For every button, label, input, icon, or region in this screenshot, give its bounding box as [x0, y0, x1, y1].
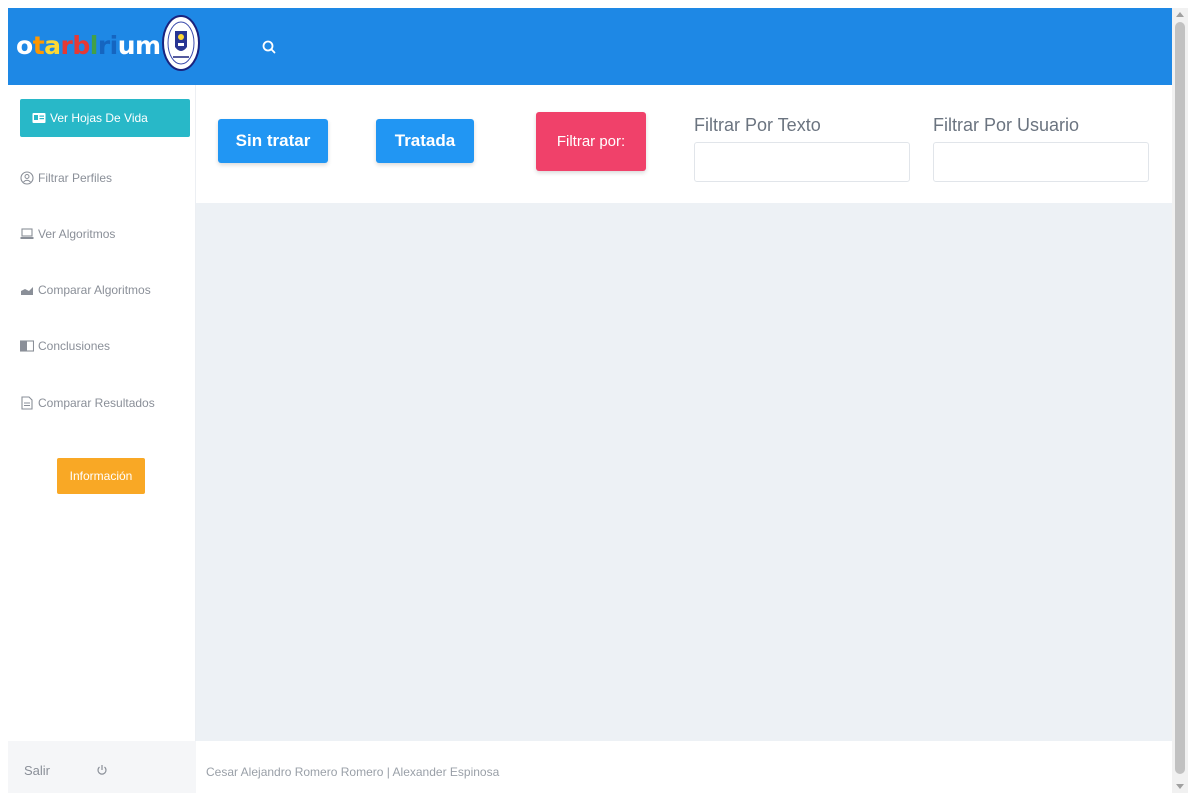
sidebar-item-label: Ver Hojas De Vida: [50, 111, 148, 125]
sidebar-item-filtrar-perfiles[interactable]: Filtrar Perfiles: [20, 159, 112, 197]
filtrar-por-button[interactable]: Filtrar por:: [536, 112, 646, 171]
sidebar-footer: Salir: [8, 741, 196, 793]
logo-part: t: [32, 30, 45, 60]
sidebar: Ver Hojas De Vida Filtrar Perfiles Ver A…: [8, 85, 196, 741]
page-footer: Cesar Alejandro Romero Romero | Alexande…: [196, 741, 1172, 793]
logo-part: um: [117, 30, 161, 60]
columns-icon: [20, 339, 34, 353]
scroll-down-arrow-icon[interactable]: [1176, 784, 1184, 789]
sidebar-item-label: Filtrar Perfiles: [38, 171, 113, 185]
logo-part: o: [16, 30, 33, 60]
university-seal-icon: [162, 15, 200, 71]
filter-text-label: Filtrar Por Texto: [694, 115, 821, 135]
filter-user-input[interactable]: [933, 142, 1149, 182]
main-content-area: [196, 203, 1172, 741]
logout-link[interactable]: Salir: [24, 763, 50, 778]
sidebar-item-ver-algoritmos[interactable]: Ver Algoritmos: [20, 215, 115, 253]
sidebar-item-label: Comparar Resultados: [38, 396, 155, 410]
tratada-button[interactable]: Tratada: [376, 119, 474, 163]
user-circle-icon: [20, 171, 34, 185]
informacion-button[interactable]: Información: [57, 458, 145, 494]
power-icon[interactable]: [96, 764, 108, 776]
chart-icon: [20, 283, 34, 297]
app-logo[interactable]: o t a rb l ri um: [16, 22, 161, 68]
sidebar-item-label: Comparar Algoritmos: [38, 283, 151, 297]
document-icon: [20, 396, 34, 410]
search-icon[interactable]: [258, 37, 280, 59]
page-scrollbar[interactable]: [1172, 8, 1188, 793]
filter-bar: Sin tratar Tratada Filtrar por: Filtrar …: [196, 85, 1172, 203]
laptop-icon: [20, 227, 34, 241]
filter-text-input[interactable]: [694, 142, 910, 182]
filter-user-label: Filtrar Por Usuario: [933, 115, 1080, 135]
logo-part: ri: [97, 30, 118, 60]
logo-part: l: [89, 30, 99, 60]
footer-credits: Cesar Alejandro Romero Romero | Alexande…: [206, 765, 500, 779]
logo-part: a: [44, 30, 61, 60]
sin-tratar-button[interactable]: Sin tratar: [218, 119, 328, 163]
sidebar-item-comparar-resultados[interactable]: Comparar Resultados: [20, 384, 155, 422]
app-root: o t a rb l ri um Ver Hojas De Vida Filtr…: [0, 0, 1190, 793]
scroll-up-arrow-icon[interactable]: [1176, 12, 1184, 17]
scrollbar-thumb[interactable]: [1175, 22, 1185, 774]
top-navbar: o t a rb l ri um: [8, 8, 1172, 85]
sidebar-item-hojas-de-vida[interactable]: Ver Hojas De Vida: [20, 99, 190, 137]
sidebar-item-comparar-algoritmos[interactable]: Comparar Algoritmos: [20, 271, 151, 309]
sidebar-item-label: Conclusiones: [38, 339, 111, 353]
logo-part: rb: [60, 30, 91, 60]
sidebar-item-label: Ver Algoritmos: [38, 227, 116, 241]
id-card-icon: [32, 111, 46, 125]
sidebar-item-conclusiones[interactable]: Conclusiones: [20, 327, 110, 365]
